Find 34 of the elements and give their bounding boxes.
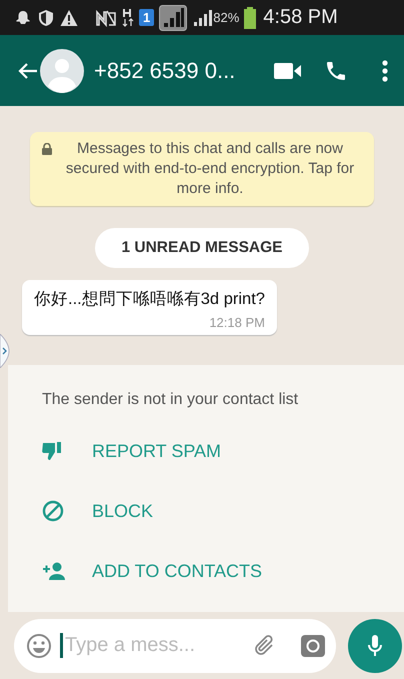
shield-icon [37, 8, 55, 26]
camera-icon[interactable] [300, 634, 326, 658]
add-contact-icon [42, 560, 66, 582]
warning-icon [60, 8, 78, 26]
microphone-icon [367, 634, 383, 658]
lock-icon [42, 143, 52, 155]
action-button[interactable]: BLOCK [92, 500, 154, 522]
notice-text: Messages to this chat and calls are now secured with end-to-end encryption. Tap for more info. [64, 139, 356, 199]
ghost-icon [14, 8, 32, 26]
message-time: 12:18 PM [208, 315, 265, 330]
action-button[interactable]: ADD TO CONTACTS [92, 560, 262, 582]
video-call-icon[interactable] [274, 62, 302, 80]
message-text: 你好...想問下喺唔喺有3d print? [34, 289, 265, 310]
unread-banner: 1 UNREAD MESSAGE [95, 228, 309, 268]
signal-icon [159, 4, 188, 30]
more-options-icon[interactable] [382, 60, 388, 82]
block-icon [42, 500, 66, 522]
data-arrows-icon [122, 8, 134, 28]
encryption-notice[interactable]: Messages to this chat and calls are now secured with end-to-end encryption. Tap for more info. [30, 132, 374, 206]
sim-badge: 1 [139, 9, 154, 26]
message-field[interactable]: Type a mess... [14, 618, 336, 672]
contact-title[interactable]: +852 6539 0... [94, 58, 252, 84]
emoji-icon[interactable] [26, 632, 52, 658]
clock: 4:58 PM [263, 6, 338, 29]
back-arrow-icon[interactable] [18, 60, 38, 80]
prompt-text: The sender is not in your contact list [42, 391, 300, 409]
avatar-icon[interactable] [40, 48, 84, 92]
action-button[interactable]: REPORT SPAM [92, 440, 222, 462]
microphone-button[interactable] [348, 618, 402, 672]
drawer-handle-icon[interactable] [0, 334, 10, 368]
battery-icon [244, 6, 256, 28]
message-input[interactable]: Type a mess... [60, 633, 252, 658]
signal-icon [192, 8, 212, 26]
battery-percentage: 82% [213, 10, 240, 25]
